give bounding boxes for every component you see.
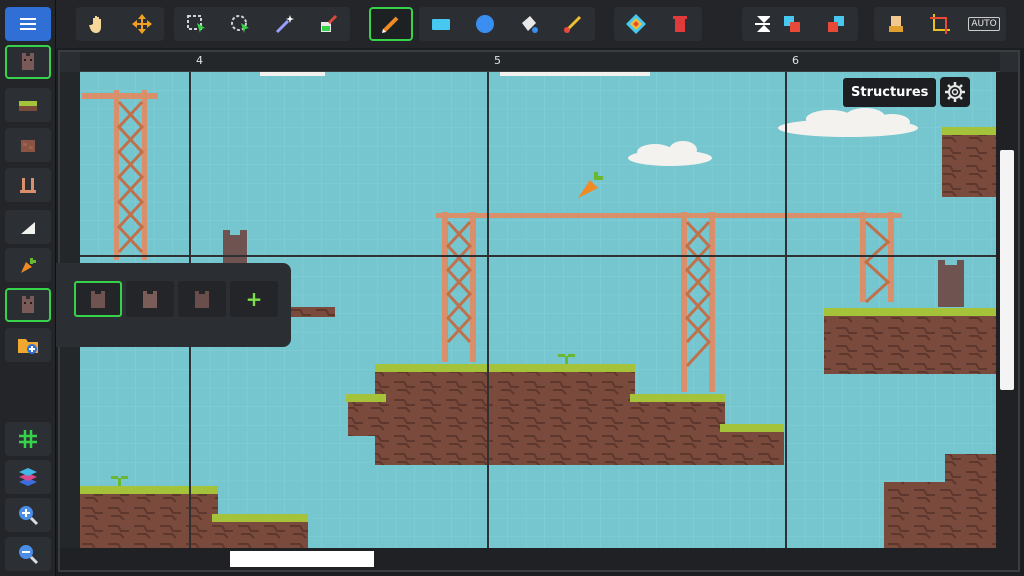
- horizontal-ruler: 4 5 6: [80, 52, 1000, 72]
- stamp-tools: AUTO: [874, 7, 1006, 41]
- pencil-icon: [382, 16, 399, 33]
- swap-button[interactable]: [770, 7, 814, 41]
- swap-icon: [784, 16, 800, 32]
- creature-sprite: [223, 230, 247, 265]
- grid-icon: [19, 430, 37, 448]
- dirt-block-button[interactable]: [5, 128, 51, 162]
- add-variant-button[interactable]: +: [230, 281, 278, 317]
- ruler-mark: 4: [196, 54, 203, 67]
- stamp-tool-button[interactable]: [874, 7, 918, 41]
- zoom-in-icon: [19, 506, 39, 526]
- horizontal-scrollbar[interactable]: [60, 548, 1018, 570]
- creature-brush-popup: +: [56, 263, 291, 347]
- select-tool-button[interactable]: [174, 7, 218, 41]
- menu-button[interactable]: [5, 7, 51, 41]
- move-tool-button[interactable]: [120, 7, 164, 41]
- cloud: [260, 72, 325, 76]
- zoom-in-button[interactable]: [5, 498, 51, 532]
- lasso-select-button[interactable]: [218, 7, 262, 41]
- add-folder-button[interactable]: [5, 328, 51, 362]
- dirt-block-icon: [21, 140, 35, 152]
- auto-button[interactable]: AUTO: [962, 7, 1006, 41]
- delete-button[interactable]: [658, 7, 702, 41]
- pattern-icon: [626, 14, 646, 34]
- edit-tools: [614, 7, 702, 41]
- vertical-scrollbar[interactable]: [996, 72, 1018, 550]
- gear-icon: [945, 82, 966, 102]
- arrange-tools: [770, 7, 858, 41]
- structures-settings-button[interactable]: [940, 77, 971, 107]
- shape-tools: [419, 7, 595, 41]
- creature-icon: [143, 291, 157, 308]
- creature-variant-slot[interactable]: [178, 281, 226, 317]
- brush-tool-button[interactable]: [551, 7, 595, 41]
- add-folder-icon: [18, 339, 38, 354]
- swap-alt-button[interactable]: [814, 7, 858, 41]
- ellipse-icon: [476, 15, 494, 33]
- creature-brush-active-button[interactable]: [5, 288, 51, 322]
- crop-icon: [930, 14, 950, 34]
- magic-wand-button[interactable]: [262, 7, 306, 41]
- pillar-button[interactable]: [5, 168, 51, 202]
- horizontal-scroll-thumb[interactable]: [230, 551, 374, 567]
- grid-toggle-button[interactable]: [5, 422, 51, 456]
- creature-brush-icon: [22, 53, 34, 70]
- slope-icon: [21, 222, 35, 234]
- layers-button[interactable]: [5, 460, 51, 494]
- left-toolbar: [0, 0, 56, 576]
- carrot-icon: [21, 258, 36, 273]
- creature-icon: [195, 291, 209, 308]
- cloud: [500, 72, 650, 76]
- pillar-icon: [20, 178, 36, 193]
- creature-variant-slot[interactable]: [126, 281, 174, 317]
- hand-tool-button[interactable]: [76, 7, 120, 41]
- pattern-tool-button[interactable]: [614, 7, 658, 41]
- grass-tile-icon: [19, 101, 37, 111]
- selection-tools: [174, 7, 350, 41]
- rectangle-tool-button[interactable]: [419, 7, 463, 41]
- fill-tool-button[interactable]: [507, 7, 551, 41]
- delete-icon: [673, 16, 687, 32]
- layers-icon: [19, 468, 37, 486]
- hand-icon: [89, 16, 101, 33]
- swap-alt-icon: [828, 16, 844, 32]
- carrot-button[interactable]: [5, 248, 51, 282]
- menu-icon: [20, 18, 36, 30]
- ruler-mark: 6: [792, 54, 799, 67]
- add-icon: +: [245, 287, 263, 311]
- navigation-tools: [76, 7, 164, 41]
- creature-variant-slot[interactable]: [74, 281, 122, 317]
- draw-tools: [369, 7, 413, 41]
- paint-bucket-button[interactable]: [306, 7, 350, 41]
- select-icon: [187, 15, 205, 33]
- stamp-icon: [889, 16, 903, 32]
- structures-panel: Structures: [843, 77, 971, 107]
- auto-label: AUTO: [968, 17, 1000, 31]
- structures-label[interactable]: Structures: [843, 77, 937, 107]
- lasso-select-icon: [231, 15, 249, 33]
- zoom-out-icon: [19, 545, 39, 565]
- brush-icon: [564, 15, 582, 33]
- magic-wand-icon: [275, 15, 294, 34]
- crop-tool-button[interactable]: [918, 7, 962, 41]
- fill-icon: [522, 16, 538, 33]
- creature-brush-icon: [22, 296, 34, 313]
- creature-sprite: [938, 260, 964, 307]
- creature-icon: [91, 291, 105, 308]
- creature-brush-button[interactable]: [5, 45, 51, 79]
- grass-tile-button[interactable]: [5, 88, 51, 122]
- vertical-scroll-thumb[interactable]: [1000, 150, 1014, 390]
- top-toolbar: AUTO: [56, 0, 1024, 48]
- zoom-out-button[interactable]: [5, 537, 51, 571]
- slope-button[interactable]: [5, 210, 51, 244]
- paint-bucket-icon: [321, 14, 338, 32]
- ruler-mark: 5: [494, 54, 501, 67]
- ellipse-tool-button[interactable]: [463, 7, 507, 41]
- move-icon: [132, 14, 152, 34]
- rectangle-icon: [432, 19, 450, 30]
- pencil-tool-button[interactable]: [369, 7, 413, 41]
